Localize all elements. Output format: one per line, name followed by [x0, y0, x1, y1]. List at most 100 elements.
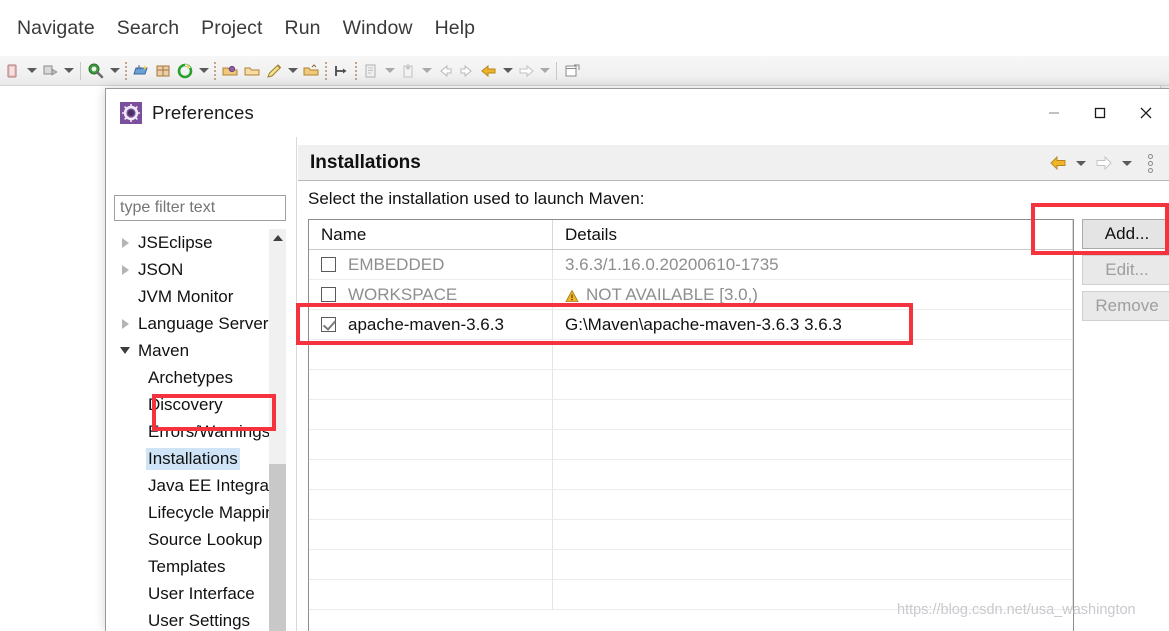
sidebar-item-installations[interactable]: Installations [114, 445, 286, 472]
sidebar-item-discovery[interactable]: Discovery [114, 391, 286, 418]
forward-dropdown-caret[interactable] [1119, 152, 1135, 174]
open-resource-icon[interactable] [241, 60, 263, 82]
minimize-icon[interactable] [1031, 89, 1077, 137]
table-row[interactable]: apache-maven-3.6.3 G:\Maven\apache-maven… [309, 310, 1073, 340]
search-icon[interactable] [85, 60, 107, 82]
ide-toolbar: A [0, 56, 1169, 86]
forward-arrow-dropdown-caret[interactable] [537, 60, 552, 82]
forward-arrow-icon[interactable] [515, 60, 537, 82]
close-icon[interactable] [1123, 89, 1169, 137]
row-checkbox[interactable] [321, 317, 336, 332]
menu-item-search[interactable]: Search [106, 13, 190, 44]
next-annotation-icon[interactable] [397, 60, 419, 82]
menu-item-window[interactable]: Window [332, 13, 424, 44]
sidebar-item-label: JVM Monitor [138, 286, 234, 306]
remove-button: Remove [1082, 291, 1169, 321]
debug-icon[interactable] [2, 60, 24, 82]
back-history-icon[interactable] [434, 60, 456, 82]
page-header: Installations [298, 145, 1169, 181]
sidebar-item-source-lookup[interactable]: Source Lookup [114, 526, 286, 553]
sidebar-item-user-interface[interactable]: User Interface [114, 580, 286, 607]
sidebar-item-language-servers[interactable]: Language Servers [114, 310, 286, 337]
search-dropdown-caret[interactable] [107, 60, 122, 82]
screen: Navigate Search Project Run Window Help … [0, 0, 1169, 631]
annotation-dropdown-caret[interactable] [382, 60, 397, 82]
sidebar-item-label: JSEclipse [138, 232, 213, 252]
back-arrow-icon[interactable] [478, 60, 500, 82]
chevron-right-icon[interactable] [114, 318, 136, 329]
menu-item-navigate[interactable]: Navigate [6, 13, 106, 44]
next-annotation-dropdown-caret[interactable] [419, 60, 434, 82]
sidebar-item-jseclipse[interactable]: JSEclipse [114, 229, 286, 256]
forward-arrow-icon[interactable] [1093, 152, 1115, 174]
new-dropdown-caret[interactable] [196, 60, 211, 82]
back-dropdown-caret[interactable] [1073, 152, 1089, 174]
back-arrow-dropdown-caret[interactable] [500, 60, 515, 82]
search-input[interactable] [114, 195, 286, 221]
table-header-row: Name Details [309, 220, 1073, 250]
back-arrow-icon[interactable] [1047, 152, 1069, 174]
table-action-buttons: Add... Edit... Remove [1082, 219, 1169, 321]
row-checkbox[interactable] [321, 257, 336, 272]
debug-dropdown-caret[interactable] [24, 60, 39, 82]
table-row[interactable]: WORKSPACE NOT AVAILABLE [3.0,) [309, 280, 1073, 310]
toolbar-dotted-separator-2 [214, 61, 216, 80]
installations-table: Name Details EMBEDDED 3.6.3/1.16.0.20200… [308, 219, 1074, 631]
sidebar-item-label: Java EE Integration [148, 475, 286, 495]
dialog-body: JSEclipse JSON JVM Monitor Language Serv… [106, 137, 1169, 631]
maximize-icon[interactable] [1077, 89, 1123, 137]
sidebar-item-templates[interactable]: Templates [114, 553, 286, 580]
installation-details-cell: NOT AVAILABLE [3.0,) [553, 280, 1073, 309]
run-dropdown-caret[interactable] [61, 60, 76, 82]
table-empty-row [309, 460, 1073, 490]
sidebar-item-archetypes[interactable]: Archetypes [114, 364, 286, 391]
sidebar-item-label: Source Lookup [148, 529, 263, 549]
chevron-down-icon[interactable] [114, 347, 136, 354]
new-java-class-icon[interactable]: A [130, 60, 152, 82]
preferences-page: Installations Select the installation us… [298, 137, 1169, 631]
menu-item-help[interactable]: Help [424, 13, 487, 44]
column-header-details[interactable]: Details [553, 220, 1073, 249]
add-button[interactable]: Add... [1082, 219, 1169, 249]
installation-name-cell[interactable]: WORKSPACE [309, 280, 553, 309]
toolbar-separator-2 [556, 61, 557, 80]
pencil-dropdown-caret[interactable] [285, 60, 300, 82]
installation-name-cell[interactable]: apache-maven-3.6.3 [309, 310, 553, 339]
scrollbar-thumb[interactable] [269, 464, 286, 631]
sidebar-item-java-ee-integration[interactable]: Java EE Integration [114, 472, 286, 499]
sidebar-item-user-settings[interactable]: User Settings [114, 607, 286, 631]
open-type-icon[interactable] [219, 60, 241, 82]
view-menu-icon[interactable] [1139, 152, 1161, 174]
row-checkbox[interactable] [321, 287, 336, 302]
sidebar-item-label: Lifecycle Mappings [148, 502, 286, 522]
scroll-up-icon[interactable] [269, 229, 286, 246]
new-project-icon[interactable] [174, 60, 196, 82]
forward-history-icon[interactable] [456, 60, 478, 82]
column-header-name[interactable]: Name [309, 220, 553, 249]
export-icon[interactable] [330, 60, 352, 82]
annotation-icon[interactable] [360, 60, 382, 82]
installation-name-cell[interactable]: EMBEDDED [309, 250, 553, 279]
sidebar-item-json[interactable]: JSON [114, 256, 286, 283]
sidebar-item-label: User Interface [148, 583, 255, 603]
open-folder-icon[interactable] [300, 60, 322, 82]
preferences-sidebar: JSEclipse JSON JVM Monitor Language Serv… [114, 137, 286, 631]
sidebar-scrollbar[interactable] [269, 229, 286, 631]
table-row[interactable]: EMBEDDED 3.6.3/1.16.0.20200610-1735 [309, 250, 1073, 280]
dialog-title: Preferences [152, 102, 254, 123]
run-last-icon[interactable] [39, 60, 61, 82]
sidebar-item-label: Discovery [148, 394, 223, 414]
chevron-right-icon[interactable] [114, 237, 136, 248]
sidebar-item-label: Templates [148, 556, 226, 576]
sidebar-item-lifecycle-mappings[interactable]: Lifecycle Mappings [114, 499, 286, 526]
chevron-right-icon[interactable] [114, 264, 136, 275]
sidebar-item-maven[interactable]: Maven [114, 337, 286, 364]
sidebar-item-errors-warnings[interactable]: Errors/Warnings [114, 418, 286, 445]
new-window-icon[interactable] [561, 60, 583, 82]
menu-item-project[interactable]: Project [190, 13, 273, 44]
dialog-title-bar[interactable]: Preferences [106, 89, 1169, 137]
menu-item-run[interactable]: Run [274, 13, 332, 44]
pencil-icon[interactable] [263, 60, 285, 82]
sidebar-item-jvm-monitor[interactable]: JVM Monitor [114, 283, 286, 310]
new-package-icon[interactable] [152, 60, 174, 82]
